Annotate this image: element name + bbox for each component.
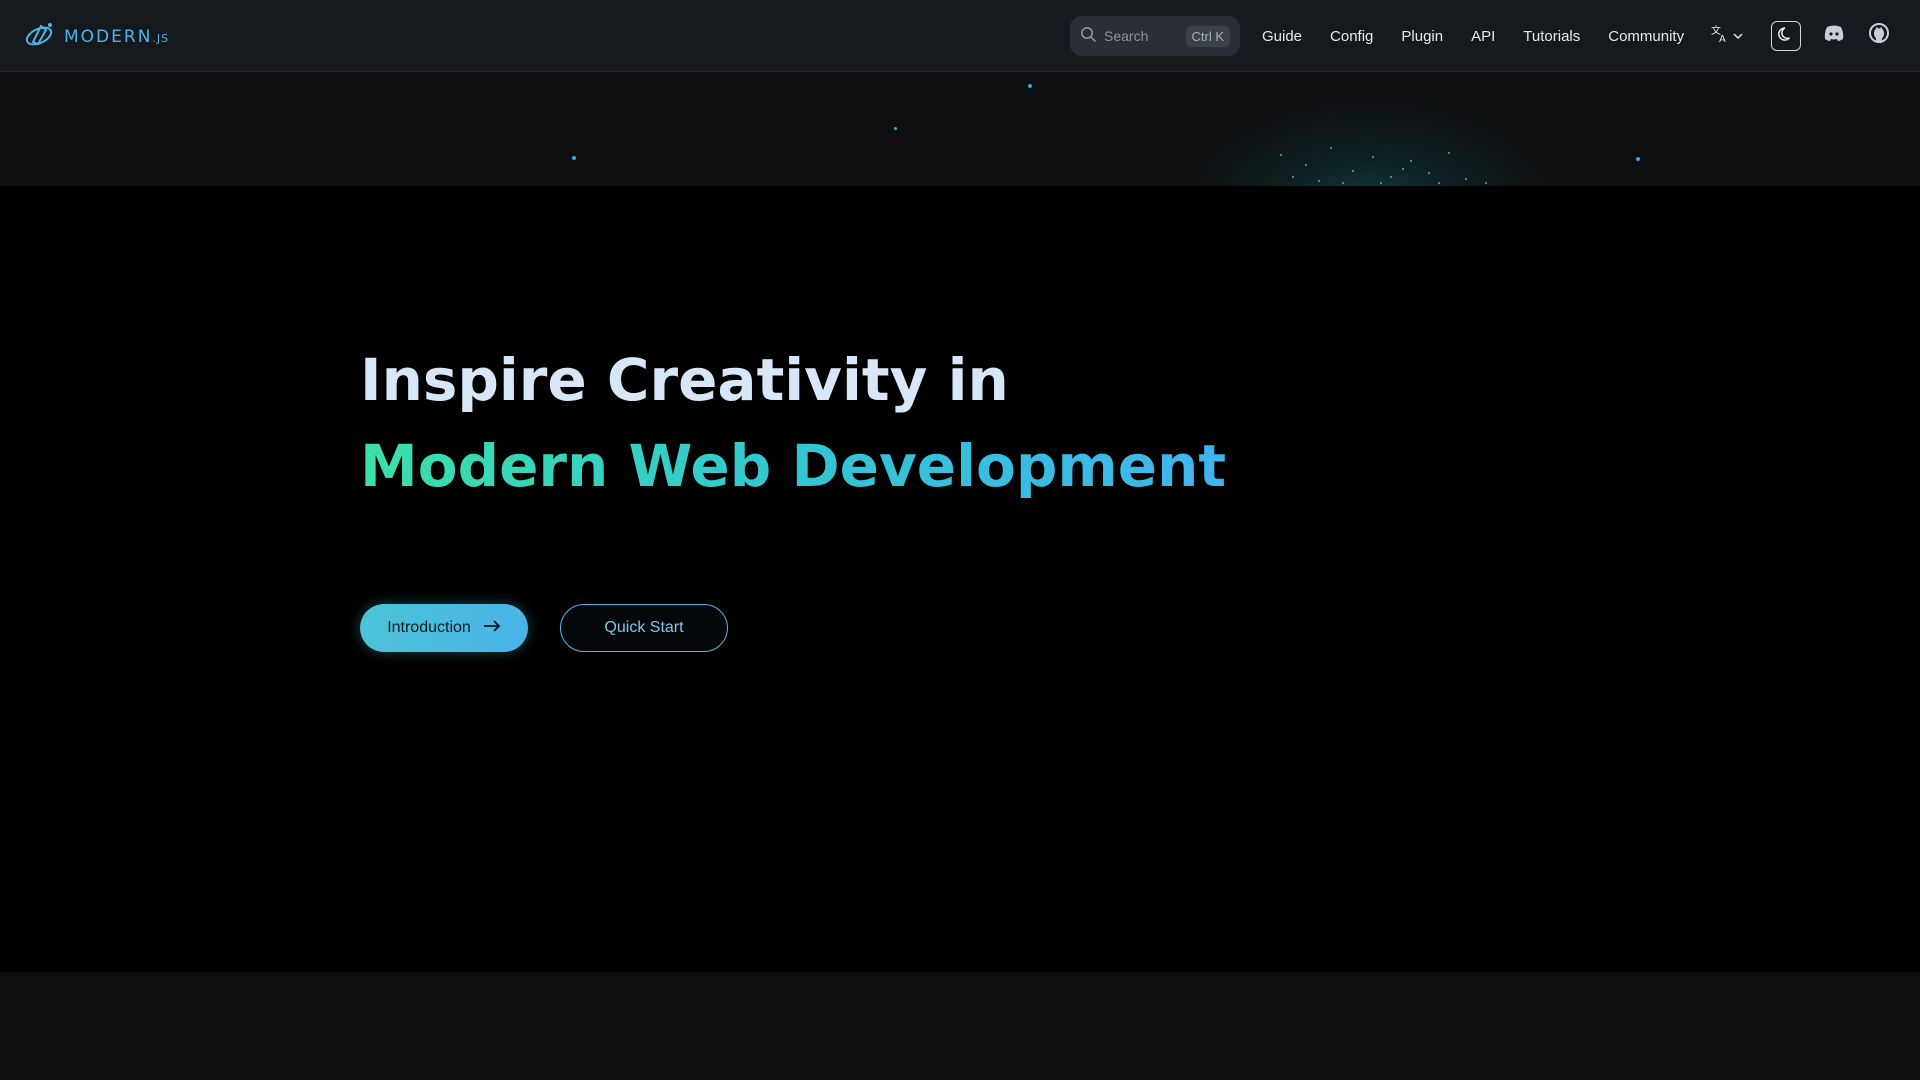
translate-icon: 文 A [1710,24,1730,48]
svg-text:A: A [1719,34,1726,44]
search-box[interactable]: Search Ctrl K [1070,16,1240,56]
language-switcher[interactable]: 文 A [1710,24,1744,48]
star [894,127,897,130]
star [1636,157,1640,161]
chevron-down-icon [1732,27,1744,46]
particle [1318,180,1320,182]
particle [1438,182,1440,184]
hero-section: Inspire Creativity in Modern Web Develop… [0,186,1920,972]
particle [1390,176,1392,178]
discord-icon [1823,24,1845,46]
particle [1402,168,1404,170]
search-icon [1080,26,1096,46]
hero-title: Inspire Creativity in [360,346,1009,414]
star [572,156,576,160]
logo[interactable]: MODERN.JS [24,20,169,54]
star [1028,84,1032,88]
modernjs-logo-icon [24,20,56,54]
github-icon [1868,22,1890,48]
search-shortcut: Ctrl K [1185,25,1230,47]
hero-title-highlight: Modern Web Development [360,432,1227,500]
github-button[interactable] [1864,20,1894,50]
particle-glow [1170,92,1570,186]
particle [1485,182,1487,184]
particle [1428,172,1430,174]
particle [1410,160,1412,162]
nav-config[interactable]: Config [1330,28,1373,45]
particle [1292,176,1294,178]
moon-icon [1777,25,1795,47]
particle [1380,182,1382,184]
search-placeholder: Search [1104,28,1149,44]
particle [1305,164,1307,166]
discord-button[interactable] [1819,20,1849,50]
logo-text: MODERN.JS [64,27,170,47]
particle [1448,152,1450,154]
hero-starfield [0,72,1920,186]
lower-section [0,972,1920,1080]
particle [1352,170,1354,172]
introduction-button-label: Introduction [387,619,471,636]
particle [1465,178,1467,180]
nav-tutorials[interactable]: Tutorials [1523,28,1580,45]
particle [1330,147,1332,149]
arrow-right-icon [483,619,501,638]
nav-guide[interactable]: Guide [1262,28,1302,45]
nav-api[interactable]: API [1471,28,1495,45]
nav-plugin[interactable]: Plugin [1401,28,1443,45]
navbar: MODERN.JS Search Ctrl K Guide Config Plu… [0,0,1920,72]
nav-community[interactable]: Community [1608,28,1684,45]
particle [1342,182,1344,184]
particle [1372,156,1374,158]
particle [1280,154,1282,156]
quick-start-button-label: Quick Start [604,619,684,636]
nav-links: Guide Config Plugin API Tutorials Commun… [1262,0,1712,72]
quick-start-button[interactable]: Quick Start [560,604,728,652]
theme-toggle-button[interactable] [1771,21,1801,51]
introduction-button[interactable]: Introduction [360,604,528,652]
